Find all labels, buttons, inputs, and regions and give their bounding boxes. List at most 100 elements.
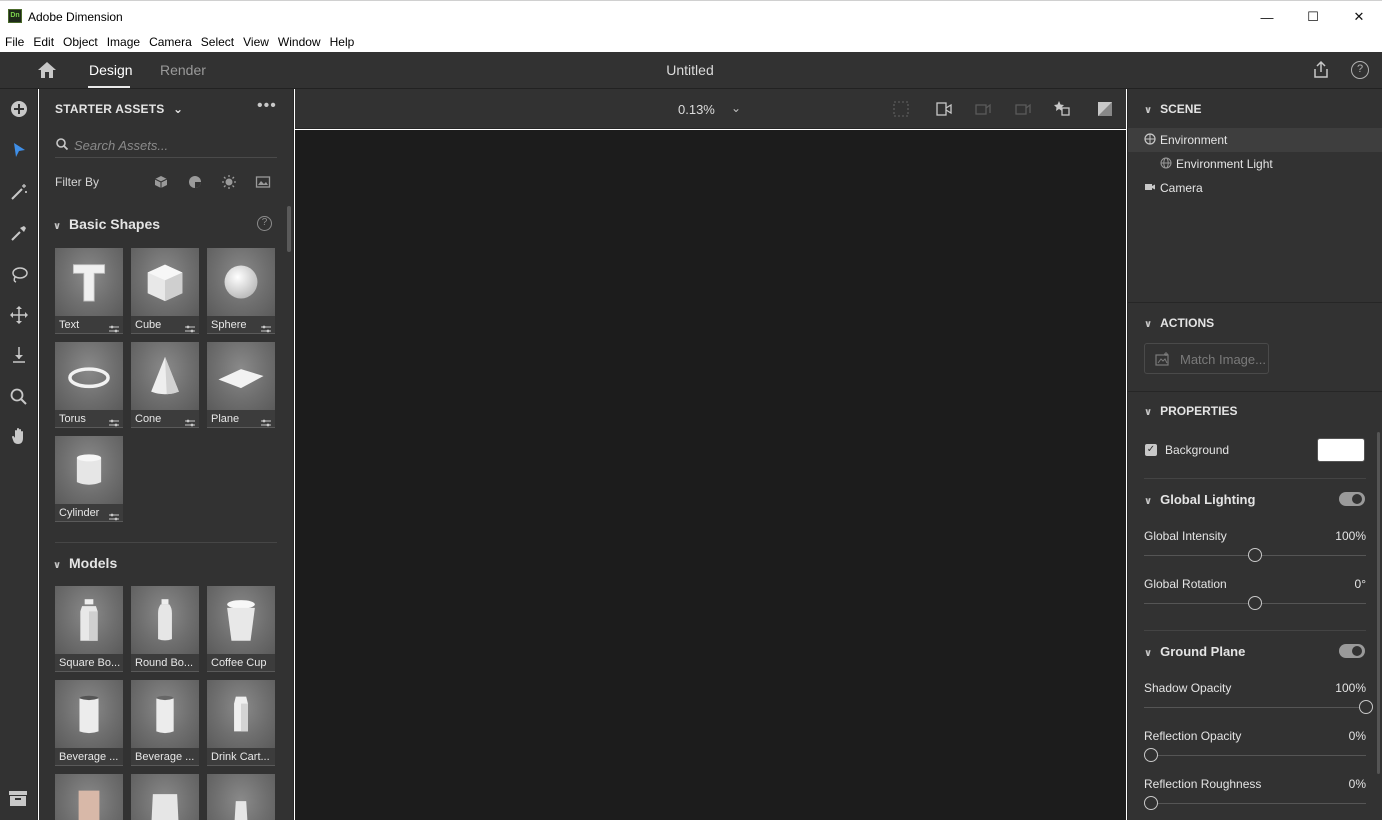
move-icon[interactable]: [7, 303, 31, 327]
models-filter-icon[interactable]: [153, 174, 169, 190]
camera-fit-icon[interactable]: [934, 99, 954, 119]
basic-shapes-help-icon[interactable]: ?: [257, 216, 272, 231]
minimize-button[interactable]: —: [1244, 1, 1290, 33]
asset-tile-beverage-can-2[interactable]: Beverage ...: [131, 680, 199, 766]
properties-scrollbar[interactable]: [1377, 432, 1380, 774]
options-icon[interactable]: [108, 509, 120, 521]
starter-assets-dropdown[interactable]: STARTER ASSETS ⌄: [55, 102, 183, 116]
tab-design[interactable]: Design: [89, 62, 133, 78]
properties-section-toggle[interactable]: ∨ PROPERTIES: [1144, 404, 1237, 418]
shadow-opacity-track[interactable]: [1144, 707, 1366, 708]
options-icon[interactable]: [184, 415, 196, 427]
zoom-chevron-icon[interactable]: ⌄: [731, 101, 741, 115]
share-icon[interactable]: [1311, 60, 1331, 80]
global-rotation-slider[interactable]: [1248, 596, 1262, 610]
camera-bookmark-icon[interactable]: [1053, 99, 1073, 119]
drop-to-ground-icon[interactable]: [7, 343, 31, 367]
asset-tile-cylinder[interactable]: Cylinder: [55, 436, 123, 522]
reflection-roughness-label: Reflection Roughness: [1144, 777, 1262, 791]
render-preview-icon[interactable]: [1095, 99, 1115, 119]
asset-tile-coffee-cup[interactable]: Coffee Cup: [207, 586, 275, 672]
menu-image[interactable]: Image: [107, 35, 140, 49]
asset-tile-torus[interactable]: Torus: [55, 342, 123, 428]
viewport-canvas[interactable]: [295, 130, 1126, 820]
background-checkbox[interactable]: ✓: [1145, 444, 1157, 456]
actions-section-toggle[interactable]: ∨ ACTIONS: [1144, 316, 1214, 330]
maximize-button[interactable]: ☐: [1290, 1, 1336, 33]
assets-scrollbar[interactable]: [287, 206, 291, 252]
more-options-button[interactable]: •••: [257, 97, 277, 115]
ground-plane-switch[interactable]: [1339, 644, 1365, 658]
help-icon[interactable]: ?: [1351, 61, 1369, 79]
asset-tile-drink-carton[interactable]: Drink Cart...: [207, 680, 275, 766]
menu-help[interactable]: Help: [330, 35, 355, 49]
ground-plane-toggle-section[interactable]: ∨ Ground Plane: [1144, 644, 1245, 659]
basic-shapes-section-toggle[interactable]: ∨ Basic Shapes: [53, 216, 160, 232]
options-icon[interactable]: [184, 321, 196, 333]
eyedropper-icon[interactable]: [7, 221, 31, 245]
global-intensity-value[interactable]: 100%: [1335, 529, 1366, 543]
scene-item-environment-light[interactable]: Environment Light: [1128, 152, 1382, 176]
asset-tile-beverage-can-1[interactable]: Beverage ...: [55, 680, 123, 766]
global-lighting-switch[interactable]: [1339, 492, 1365, 506]
camera-orbit-icon[interactable]: [973, 99, 993, 119]
asset-tile-pouch[interactable]: [55, 774, 123, 820]
asset-tile-square-bottle[interactable]: Square Bo...: [55, 586, 123, 672]
shadow-opacity-slider[interactable]: [1359, 700, 1373, 714]
scene-item-camera[interactable]: Camera: [1128, 176, 1382, 200]
reflection-roughness-track[interactable]: [1144, 803, 1366, 804]
asset-tile-packet[interactable]: [207, 774, 275, 820]
zoom-level[interactable]: 0.13%: [678, 102, 715, 117]
reflection-roughness-slider[interactable]: [1144, 796, 1158, 810]
asset-tile-plane[interactable]: Plane: [207, 342, 275, 428]
background-color-swatch[interactable]: [1317, 438, 1365, 462]
menu-file[interactable]: File: [5, 35, 24, 49]
match-image-button[interactable]: Match Image...: [1144, 343, 1269, 374]
reflection-opacity-value[interactable]: 0%: [1349, 729, 1366, 743]
scene-item-environment[interactable]: Environment: [1128, 128, 1382, 152]
menu-select[interactable]: Select: [201, 35, 234, 49]
tab-render[interactable]: Render: [160, 62, 206, 78]
menu-window[interactable]: Window: [278, 35, 321, 49]
reflection-opacity-track[interactable]: [1144, 755, 1366, 756]
global-rotation-value[interactable]: 0°: [1355, 577, 1366, 591]
asset-tile-round-bottle[interactable]: Round Bo...: [131, 586, 199, 672]
options-icon[interactable]: [260, 321, 272, 333]
close-button[interactable]: ✕: [1336, 1, 1382, 33]
shadow-opacity-value[interactable]: 100%: [1335, 681, 1366, 695]
reflection-roughness-value[interactable]: 0%: [1349, 777, 1366, 791]
hand-icon[interactable]: [7, 424, 31, 448]
select-icon[interactable]: [7, 138, 31, 162]
menu-edit[interactable]: Edit: [33, 35, 54, 49]
options-icon[interactable]: [108, 415, 120, 427]
frame-selection-icon[interactable]: [891, 99, 911, 119]
menu-object[interactable]: Object: [63, 35, 98, 49]
camera-pan-icon[interactable]: [1013, 99, 1033, 119]
global-lighting-toggle-section[interactable]: ∨ Global Lighting: [1144, 492, 1255, 507]
magic-wand-icon[interactable]: [7, 180, 31, 204]
models-section-toggle[interactable]: ∨ Models: [53, 555, 117, 571]
home-icon[interactable]: [36, 60, 58, 80]
scene-section-toggle[interactable]: ∨ SCENE: [1144, 102, 1201, 116]
zoom-icon[interactable]: [7, 385, 31, 409]
asset-tile-bag[interactable]: [131, 774, 199, 820]
search-input[interactable]: [74, 134, 274, 156]
menu-bar: File Edit Object Image Camera Select Vie…: [0, 32, 1382, 52]
add-icon[interactable]: [7, 97, 31, 121]
reflection-opacity-slider[interactable]: [1144, 748, 1158, 762]
images-filter-icon[interactable]: [255, 174, 271, 190]
asset-tile-sphere[interactable]: Sphere: [207, 248, 275, 334]
menu-view[interactable]: View: [243, 35, 269, 49]
materials-filter-icon[interactable]: [187, 174, 203, 190]
lights-filter-icon[interactable]: [221, 174, 237, 190]
menu-camera[interactable]: Camera: [149, 35, 192, 49]
archive-icon[interactable]: [8, 789, 28, 807]
global-intensity-slider[interactable]: [1248, 548, 1262, 562]
asset-label: Cube: [135, 319, 162, 331]
asset-tile-text[interactable]: Text: [55, 248, 123, 334]
asset-tile-cube[interactable]: Cube: [131, 248, 199, 334]
asset-tile-cone[interactable]: Cone: [131, 342, 199, 428]
options-icon[interactable]: [260, 415, 272, 427]
lasso-icon[interactable]: [7, 263, 31, 287]
options-icon[interactable]: [108, 321, 120, 333]
